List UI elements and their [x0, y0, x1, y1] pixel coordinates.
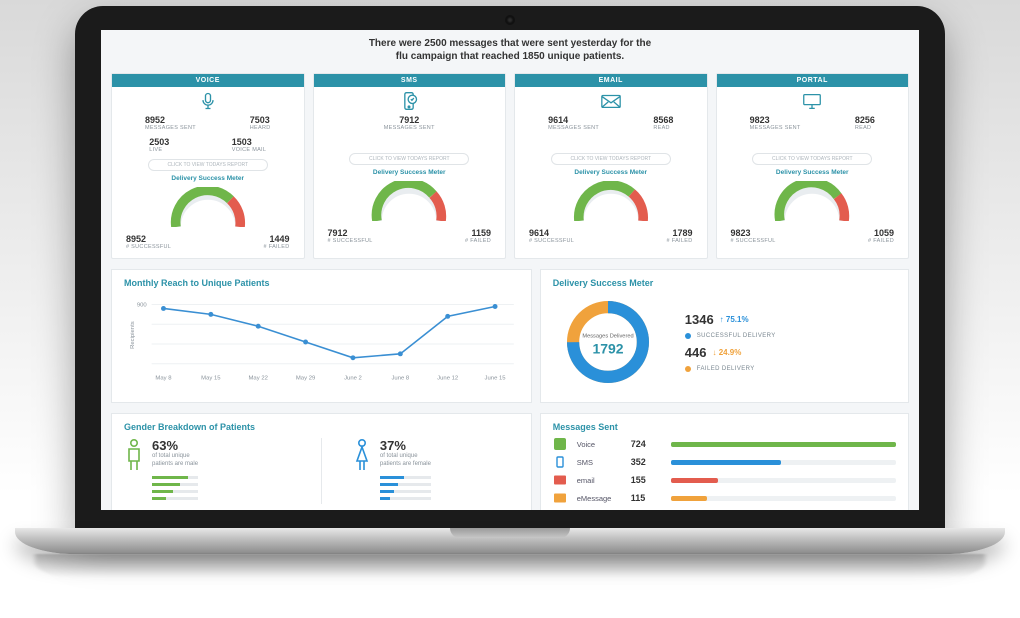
- successful-count: 1346: [685, 312, 714, 327]
- dashboard: There were 2500 messages that were sent …: [101, 30, 919, 510]
- portal-report-link[interactable]: CLICK TO VIEW TODAYS REPORT: [752, 153, 872, 165]
- msgsent-emessage: eMessage 115: [553, 492, 896, 504]
- failed-count: 446: [685, 345, 707, 360]
- email-gauge: [515, 179, 707, 224]
- svg-text:June 12: June 12: [437, 376, 458, 382]
- voice-square-icon: [553, 438, 567, 450]
- svg-text:May 29: May 29: [296, 376, 315, 382]
- card-portal-title: PORTAL: [717, 74, 909, 87]
- voice-vmail-num: 1503: [232, 137, 266, 147]
- line-chart: Recipients 900 May 8 May 15: [124, 294, 519, 390]
- laptop-bezel: There were 2500 messages that were sent …: [75, 6, 945, 528]
- svg-text:May 8: May 8: [155, 376, 172, 382]
- svg-text:May 22: May 22: [249, 376, 268, 382]
- sms-report-link[interactable]: CLICK TO VIEW TODAYS REPORT: [349, 153, 469, 165]
- sms-gauge: [314, 179, 506, 224]
- svg-text:June 8: June 8: [391, 376, 409, 382]
- svg-text:1792: 1792: [592, 340, 623, 356]
- sms-phone-icon: [314, 87, 506, 113]
- failed-pct: ↓ 24.9%: [712, 348, 741, 357]
- email-report-link[interactable]: CLICK TO VIEW TODAYS REPORT: [551, 153, 671, 165]
- laptop-base: [15, 528, 1005, 554]
- voice-sent-num: 8952: [145, 115, 196, 125]
- panel-delivery-success: Delivery Success Meter Messages Delivere…: [540, 269, 909, 403]
- headline-line-1: There were 2500 messages that were sent …: [101, 38, 919, 51]
- card-voice-title: VOICE: [112, 74, 304, 87]
- card-sms-title: SMS: [314, 74, 506, 87]
- msgsent-voice: Voice 724: [553, 438, 896, 450]
- portal-read-num: 8256: [855, 115, 875, 125]
- svg-text:900: 900: [137, 302, 148, 308]
- voice-dsm-label: Delivery Success Meter: [112, 173, 304, 185]
- female-icon: [352, 438, 372, 472]
- voice-report-link[interactable]: CLICK TO VIEW TODAYS REPORT: [148, 159, 268, 171]
- msgsent-sms: SMS 352: [553, 456, 896, 468]
- dot-icon: [685, 366, 691, 372]
- channel-cards-row: VOICE 8952MESSAGES SENT 7503HEARD 2503LI…: [101, 73, 919, 259]
- svg-text:May 15: May 15: [201, 376, 221, 382]
- email-square-icon: [553, 474, 567, 486]
- laptop-frame: There were 2500 messages that were sent …: [75, 6, 945, 614]
- voice-heard-num: 7503: [250, 115, 271, 125]
- voice-gauge: [112, 185, 304, 230]
- voice-live-num: 2503: [149, 137, 169, 147]
- email-sent-num: 9614: [548, 115, 599, 125]
- laptop-camera: [507, 17, 513, 23]
- donut-legend: 1346 ↑ 75.1% SUCCESSFUL DELIVERY 446 ↓ 2…: [685, 306, 776, 378]
- sms-square-icon: [553, 456, 567, 468]
- card-sms[interactable]: SMS 7912MESSAGES SENT CLICK TO VIEW TODA…: [313, 73, 507, 259]
- svg-text:Messages Delivered: Messages Delivered: [582, 334, 633, 340]
- svg-text:June 2: June 2: [344, 376, 362, 382]
- dot-icon: [685, 333, 691, 339]
- laptop-reflection: [35, 554, 985, 578]
- svg-text:Recipients: Recipients: [130, 321, 136, 349]
- monthly-reach-title: Monthly Reach to Unique Patients: [124, 278, 519, 288]
- page-headline: There were 2500 messages that were sent …: [101, 30, 919, 73]
- svg-text:June 15: June 15: [485, 376, 507, 382]
- portal-sent-num: 9823: [750, 115, 801, 125]
- envelope-icon: [515, 87, 707, 113]
- card-voice[interactable]: VOICE 8952MESSAGES SENT 7503HEARD 2503LI…: [111, 73, 305, 259]
- male-icon: [124, 438, 144, 472]
- microphone-icon: [112, 87, 304, 113]
- panel-monthly-reach: Monthly Reach to Unique Patients Recipie…: [111, 269, 532, 403]
- emessage-square-icon: [553, 492, 567, 504]
- gender-male: 63% of total unique patients are male: [124, 438, 291, 504]
- gender-female: 37% of total unique patients are female: [352, 438, 519, 504]
- panel-gender: Gender Breakdown of Patients 63% of tota…: [111, 413, 532, 510]
- email-read-num: 8568: [653, 115, 673, 125]
- msgsent-email: email 155: [553, 474, 896, 486]
- successful-pct: ↑ 75.1%: [720, 315, 749, 324]
- delivery-success-title: Delivery Success Meter: [553, 278, 896, 288]
- sms-sent-num: 7912: [384, 115, 435, 125]
- panel-messages-sent: Messages Sent Voice 724 SMS 352: [540, 413, 909, 510]
- gender-title: Gender Breakdown of Patients: [124, 422, 519, 432]
- donut-chart: Messages Delivered 1792: [553, 294, 663, 390]
- headline-line-2: flu campaign that reached 1850 unique pa…: [101, 51, 919, 64]
- card-email[interactable]: EMAIL 9614MESSAGES SENT 8568READ CLICK T…: [514, 73, 708, 259]
- messages-sent-title: Messages Sent: [553, 422, 896, 432]
- monitor-icon: [717, 87, 909, 113]
- portal-gauge: [717, 179, 909, 224]
- card-email-title: EMAIL: [515, 74, 707, 87]
- card-portal[interactable]: PORTAL 9823MESSAGES SENT 8256READ CLICK …: [716, 73, 910, 259]
